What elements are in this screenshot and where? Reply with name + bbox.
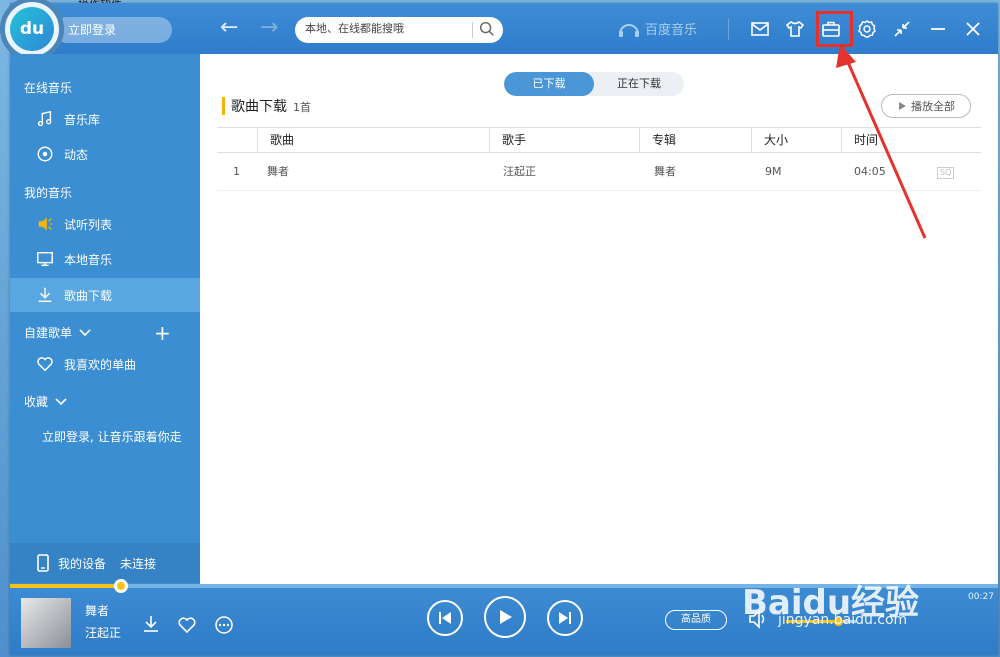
search-divider bbox=[472, 22, 473, 38]
elapsed-time: 00:27 bbox=[968, 592, 994, 602]
app-logo: du bbox=[0, 0, 64, 61]
column-size[interactable]: 大小 bbox=[751, 128, 841, 152]
device-status: 未连接 bbox=[120, 556, 157, 571]
row-size: 9M bbox=[765, 165, 782, 178]
sidebar-item-label: 歌曲下载 bbox=[64, 288, 113, 303]
section-header: 歌曲下载 1首 bbox=[222, 96, 311, 116]
settings-gear-icon[interactable] bbox=[855, 17, 879, 41]
sidebar-item-music-library[interactable]: 音乐库 bbox=[10, 102, 200, 136]
tab-downloading[interactable]: 正在下载 bbox=[594, 72, 684, 96]
play-all-button[interactable]: 播放全部 bbox=[881, 94, 971, 118]
login-button[interactable]: 立即登录 bbox=[54, 17, 172, 43]
album-cover[interactable] bbox=[21, 598, 71, 648]
brand-name: 百度音乐 bbox=[645, 23, 698, 38]
download-icon bbox=[38, 287, 52, 303]
quality-badge: SQ bbox=[937, 167, 955, 179]
title-marker bbox=[222, 97, 225, 115]
toolbar-divider bbox=[728, 18, 729, 40]
row-duration: 04:05 bbox=[854, 165, 886, 178]
chevron-down-icon bbox=[55, 397, 67, 405]
quality-select[interactable]: 高品质 bbox=[665, 610, 727, 630]
row-song: 舞者 bbox=[267, 165, 289, 178]
more-options-icon[interactable] bbox=[214, 615, 234, 635]
sidebar-item-label: 动态 bbox=[64, 147, 89, 162]
mini-mode-icon[interactable] bbox=[890, 17, 914, 41]
skin-shirt-icon[interactable] bbox=[783, 17, 807, 41]
play-button[interactable] bbox=[484, 596, 526, 638]
mail-icon[interactable] bbox=[748, 17, 772, 41]
section-collections[interactable]: 收藏 bbox=[24, 393, 68, 410]
row-album: 舞者 bbox=[654, 165, 676, 178]
brand-logo: 百度音乐 bbox=[617, 19, 697, 38]
row-index: 1 bbox=[233, 165, 240, 178]
logo-text: du bbox=[10, 7, 54, 51]
sidebar-item-preview-list[interactable]: 试听列表 bbox=[10, 207, 200, 241]
toolbox-highlight-box bbox=[816, 11, 853, 47]
progress-knob[interactable] bbox=[114, 579, 128, 593]
music-note-icon bbox=[37, 110, 52, 127]
search-input[interactable] bbox=[305, 22, 465, 35]
next-track-button[interactable] bbox=[547, 600, 583, 636]
column-album[interactable]: 专辑 bbox=[639, 128, 751, 152]
top-bar: 立即登录 ← → 百度音乐 bbox=[10, 3, 998, 54]
login-hint-link[interactable]: 立即登录, 让音乐跟着你走 bbox=[42, 428, 182, 445]
sidebar-item-downloads[interactable]: 歌曲下载 bbox=[10, 278, 200, 312]
download-tabs: 已下载 正在下载 bbox=[504, 72, 684, 96]
play-small-icon bbox=[899, 102, 906, 110]
sidebar-item-local-music[interactable]: 本地音乐 bbox=[10, 242, 200, 276]
column-artist[interactable]: 歌手 bbox=[489, 128, 639, 152]
search-box bbox=[295, 17, 503, 43]
back-arrow-icon[interactable]: ← bbox=[220, 16, 238, 40]
section-label: 收藏 bbox=[24, 395, 49, 409]
heart-icon bbox=[37, 357, 53, 372]
sidebar-item-liked-songs[interactable]: 我喜欢的单曲 bbox=[10, 347, 200, 381]
table-row[interactable]: 1 舞者 汪起正 舞者 9M 04:05 SQ bbox=[217, 153, 981, 191]
forward-arrow-icon[interactable]: → bbox=[260, 16, 278, 40]
skip-forward-icon bbox=[559, 612, 571, 624]
headphone-logo-icon bbox=[619, 23, 639, 37]
monitor-icon bbox=[37, 251, 53, 267]
add-playlist-button[interactable]: + bbox=[154, 323, 171, 343]
device-bar[interactable]: 我的设备 未连接 bbox=[10, 543, 200, 583]
tab-downloaded[interactable]: 已下载 bbox=[504, 72, 594, 96]
page-title: 歌曲下载 bbox=[231, 99, 287, 115]
sidebar-item-label: 本地音乐 bbox=[64, 252, 113, 267]
music-app-window: 立即登录 ← → 百度音乐 bbox=[0, 0, 998, 655]
play-icon bbox=[500, 610, 512, 624]
section-label: 自建歌单 bbox=[24, 326, 73, 340]
close-icon[interactable] bbox=[961, 17, 985, 41]
song-table: 歌曲 歌手 专辑 大小 时间 1 舞者 汪起正 舞者 9M 04:05 SQ bbox=[217, 127, 981, 191]
section-custom-playlists[interactable]: 自建歌单 bbox=[24, 324, 92, 341]
table-header: 歌曲 歌手 专辑 大小 时间 bbox=[217, 127, 981, 153]
heart-icon[interactable] bbox=[177, 615, 197, 635]
disc-icon bbox=[37, 146, 53, 162]
play-all-label: 播放全部 bbox=[911, 100, 955, 113]
song-count: 1首 bbox=[293, 101, 311, 114]
sidebar-item-label: 试听列表 bbox=[64, 217, 113, 232]
device-label: 我的设备 bbox=[58, 556, 107, 571]
search-icon[interactable] bbox=[478, 20, 496, 38]
column-song[interactable]: 歌曲 bbox=[257, 128, 489, 152]
sidebar-item-label: 我喜欢的单曲 bbox=[64, 357, 137, 372]
row-artist: 汪起正 bbox=[503, 165, 536, 178]
previous-track-button[interactable] bbox=[427, 600, 463, 636]
speaker-icon bbox=[38, 217, 53, 231]
section-my-music: 我的音乐 bbox=[24, 186, 73, 200]
column-duration[interactable]: 时间 bbox=[841, 128, 981, 152]
section-online-music: 在线音乐 bbox=[24, 81, 73, 95]
watermark-url: jingyan.baidu.com bbox=[778, 612, 908, 628]
progress-fill bbox=[10, 584, 120, 588]
now-playing-artist[interactable]: 汪起正 bbox=[85, 624, 121, 641]
chevron-down-icon bbox=[79, 328, 91, 336]
sidebar-item-feed[interactable]: 动态 bbox=[10, 137, 200, 171]
minimize-icon[interactable] bbox=[926, 17, 950, 41]
main-content: 已下载 正在下载 歌曲下载 1首 播放全部 歌曲 歌手 专辑 大小 时间 1 舞… bbox=[200, 54, 998, 584]
now-playing-song[interactable]: 舞者 bbox=[85, 602, 109, 619]
download-icon[interactable] bbox=[141, 614, 161, 634]
skip-back-icon bbox=[439, 612, 451, 624]
sidebar: 在线音乐 音乐库 动态 我的音乐 试听列表 本地音乐 歌曲下载 自建歌单 + 我… bbox=[10, 54, 200, 584]
sidebar-item-label: 音乐库 bbox=[64, 112, 101, 127]
phone-icon bbox=[37, 554, 49, 572]
